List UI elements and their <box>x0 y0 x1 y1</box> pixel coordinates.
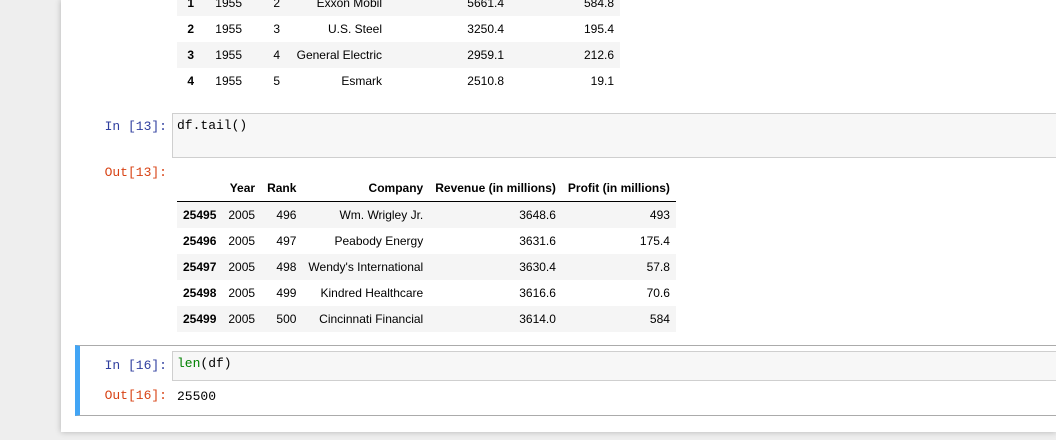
column-header-company: Company <box>302 175 430 202</box>
cell-13-code: df.tail() <box>177 118 248 133</box>
cell-16-input-prompt: In [16]: <box>104 358 167 373</box>
row-index: 1 <box>187 0 195 10</box>
table-row: 1 1955 2 Exxon Mobil 5661.4 584.8 <box>177 0 620 16</box>
cell-16-code-args: (df) <box>200 356 232 371</box>
table-row: 25499 2005 500 Cincinnati Financial 3614… <box>177 306 676 332</box>
top-dataframe-table: 1 1955 2 Exxon Mobil 5661.4 584.8 2 1955… <box>177 0 620 94</box>
table-row: 25496 2005 497 Peabody Energy 3631.6 175… <box>177 228 676 254</box>
notebook-container: 1 1955 2 Exxon Mobil 5661.4 584.8 2 1955… <box>61 0 1056 432</box>
cell-16-code-function: len <box>177 356 201 371</box>
row-index: 25499 <box>183 312 217 326</box>
cell-16-code-editor[interactable]: len(df) <box>172 351 1056 381</box>
cell-13-input-prompt: In [13]: <box>104 119 167 134</box>
row-index: 4 <box>187 74 195 88</box>
cell-16-output-prompt: Out[16]: <box>104 388 167 403</box>
table-row: 25498 2005 499 Kindred Healthcare 3616.6… <box>177 280 676 306</box>
dataframe-tail-table: Year Rank Company Revenue (in millions) … <box>177 175 676 332</box>
column-header-index <box>177 175 223 202</box>
row-index: 25496 <box>183 234 217 248</box>
table-row: 25495 2005 496 Wm. Wrigley Jr. 3648.6 49… <box>177 201 676 228</box>
table-row: 4 1955 5 Esmark 2510.8 19.1 <box>177 68 620 94</box>
column-header-rank: Rank <box>261 175 303 202</box>
table-row: 25497 2005 498 Wendy's International 363… <box>177 254 676 280</box>
cell-16-output: 25500 <box>177 389 217 404</box>
row-index: 2 <box>187 22 195 36</box>
column-header-revenue: Revenue (in millions) <box>429 175 562 202</box>
table-header-row: Year Rank Company Revenue (in millions) … <box>177 175 676 202</box>
row-index: 25497 <box>183 260 217 274</box>
column-header-year: Year <box>222 175 262 202</box>
row-index: 3 <box>187 48 195 62</box>
row-index: 25498 <box>183 286 217 300</box>
row-index: 25495 <box>183 208 217 222</box>
cell-13-code-editor[interactable]: df.tail() <box>172 113 1056 158</box>
cell-13-output-prompt: Out[13]: <box>104 165 167 180</box>
column-header-profit: Profit (in millions) <box>561 175 676 202</box>
table-row: 3 1955 4 General Electric 2959.1 212.6 <box>177 42 620 68</box>
table-row: 2 1955 3 U.S. Steel 3250.4 195.4 <box>177 16 620 42</box>
